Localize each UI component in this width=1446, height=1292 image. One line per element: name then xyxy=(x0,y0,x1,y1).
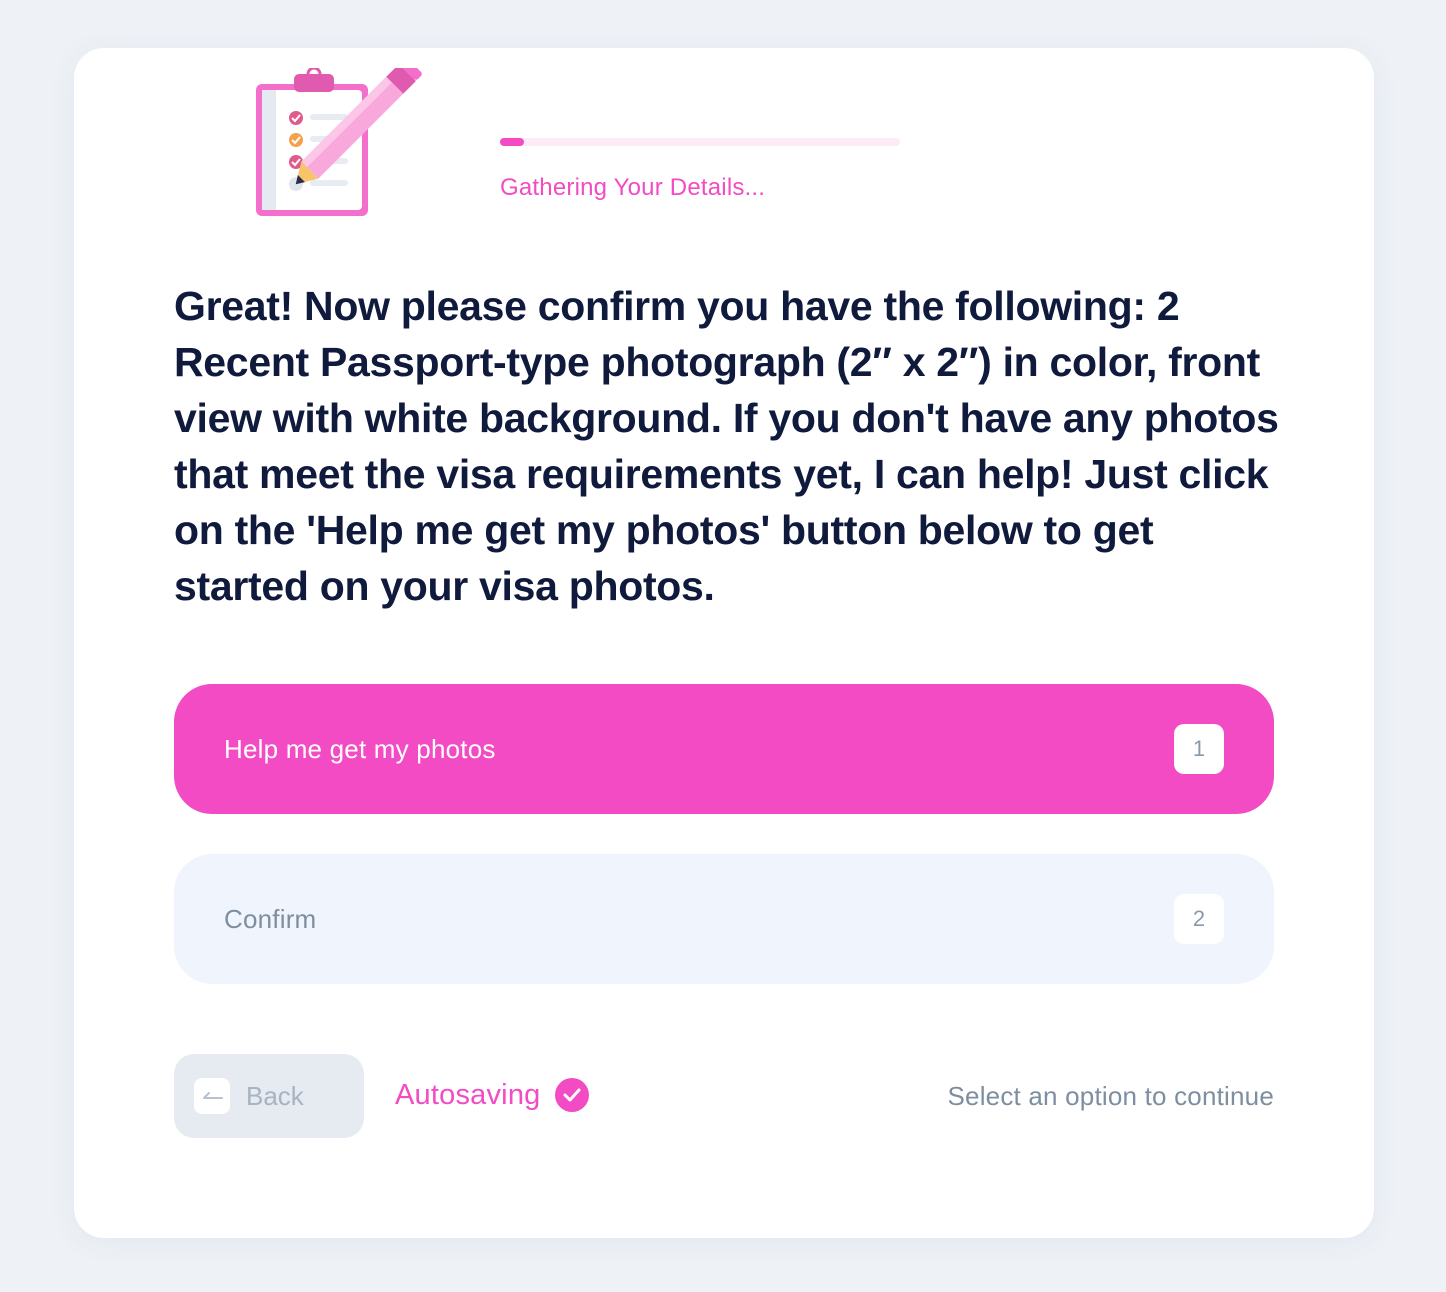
option-label: Help me get my photos xyxy=(224,733,496,764)
clipboard-pencil-icon xyxy=(250,58,430,228)
check-circle-icon xyxy=(554,1078,589,1112)
progress-bar xyxy=(500,138,900,146)
question-text: Great! Now please confirm you have the f… xyxy=(174,283,1279,609)
questionnaire-card: Gathering Your Details... Great! Now ple… xyxy=(74,48,1374,1238)
arrow-left-icon xyxy=(194,1078,230,1114)
progress-bar-fill xyxy=(500,138,524,146)
back-label: Back xyxy=(246,1080,304,1111)
option-help-me-get-my-photos[interactable]: Help me get my photos 1 xyxy=(174,684,1274,814)
option-confirm[interactable]: Confirm 2 xyxy=(174,854,1274,984)
autosave-status: Autosaving xyxy=(395,1078,589,1112)
autosave-label: Autosaving xyxy=(395,1078,541,1111)
back-button[interactable]: Back xyxy=(174,1054,364,1138)
continue-hint: Select an option to continue xyxy=(947,1081,1274,1111)
progress-label: Gathering Your Details... xyxy=(500,174,766,201)
option-key-badge: 1 xyxy=(1174,724,1224,774)
option-label: Confirm xyxy=(224,903,317,934)
option-key-badge: 2 xyxy=(1174,894,1224,944)
